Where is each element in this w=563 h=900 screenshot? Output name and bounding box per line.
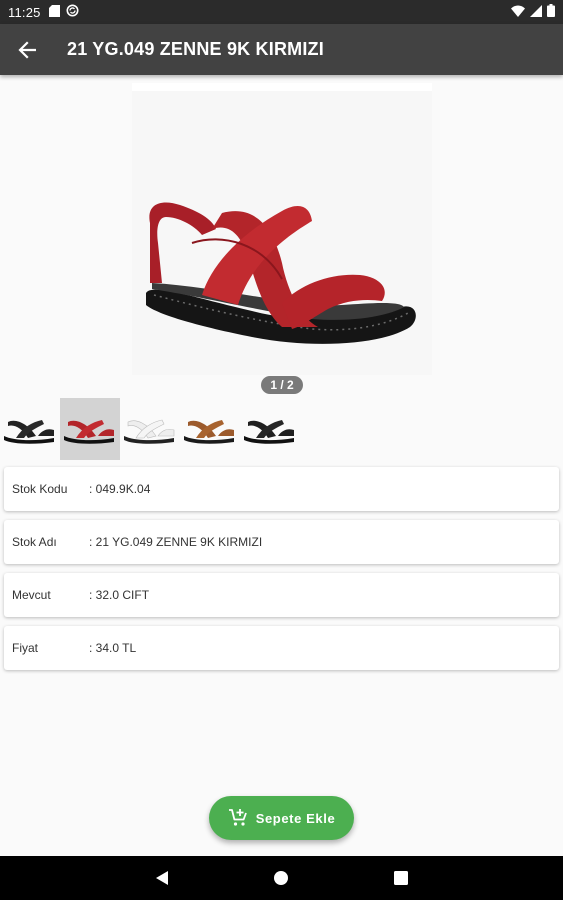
page-title: 21 YG.049 ZENNE 9K KIRMIZI — [67, 39, 324, 59]
status-bar: 11:25 — [0, 0, 563, 24]
triangle-back-icon — [156, 871, 168, 885]
add-to-cart-label: Sepete Ekle — [255, 810, 336, 826]
circle-home-icon — [274, 871, 288, 885]
detail-label: Stok Adı — [12, 535, 57, 549]
detail-card-price: Fiyat : 34.0 TL — [4, 626, 559, 670]
arrow-back-icon — [18, 40, 36, 59]
detail-value: : 049.9K.04 — [89, 482, 151, 496]
sandal-image — [146, 202, 416, 344]
nav-home-button[interactable] — [272, 869, 290, 887]
detail-card-stock-code: Stok Kodu : 049.9K.04 — [4, 467, 559, 511]
nav-recents-button[interactable] — [392, 869, 410, 887]
detail-value: : 34.0 TL — [89, 641, 137, 655]
add-shopping-cart-icon — [228, 809, 247, 826]
system-nav-bar — [0, 856, 563, 900]
detail-value: : 32.0 CIFT — [89, 588, 150, 602]
sync-icon — [66, 4, 79, 20]
battery-icon — [547, 4, 555, 20]
image-pager: 1 / 2 — [261, 376, 303, 394]
thumbnail-strip — [0, 398, 300, 460]
product-image[interactable] — [132, 83, 432, 375]
add-to-cart-button[interactable]: Sepete Ekle — [209, 796, 354, 840]
sandal-thumbnail — [4, 420, 54, 444]
detail-card-available: Mevcut : 32.0 CIFT — [4, 573, 559, 617]
sd-card-icon — [48, 4, 60, 20]
back-button[interactable] — [14, 37, 40, 63]
detail-label: Fiyat — [12, 641, 39, 655]
wifi-icon — [511, 5, 525, 20]
app-bar: 21 YG.049 ZENNE 9K KIRMIZI — [0, 24, 563, 75]
detail-card-stock-name: Stok Adı : 21 YG.049 ZENNE 9K KIRMIZI — [4, 520, 559, 564]
thumbnail-black-2[interactable] — [240, 398, 300, 460]
thumbnail-brown[interactable] — [180, 398, 240, 460]
thumbnail-black[interactable] — [0, 398, 60, 460]
signal-icon — [530, 4, 542, 20]
thumbnail-white[interactable] — [120, 398, 180, 460]
status-time: 11:25 — [8, 4, 41, 20]
detail-value: : 21 YG.049 ZENNE 9K KIRMIZI — [89, 535, 263, 549]
sandal-thumbnail — [124, 419, 175, 444]
sandal-thumbnail — [184, 420, 234, 444]
detail-label: Stok Kodu — [12, 482, 68, 496]
detail-label: Mevcut — [12, 588, 51, 602]
product-details: Stok Kodu : 049.9K.04 Stok Adı : 21 YG.0… — [4, 467, 559, 679]
square-recents-icon — [394, 871, 408, 885]
nav-back-button[interactable] — [153, 869, 171, 887]
sandal-thumbnail — [64, 420, 114, 444]
sandal-thumbnail — [244, 420, 294, 444]
thumbnail-red[interactable] — [60, 398, 120, 460]
